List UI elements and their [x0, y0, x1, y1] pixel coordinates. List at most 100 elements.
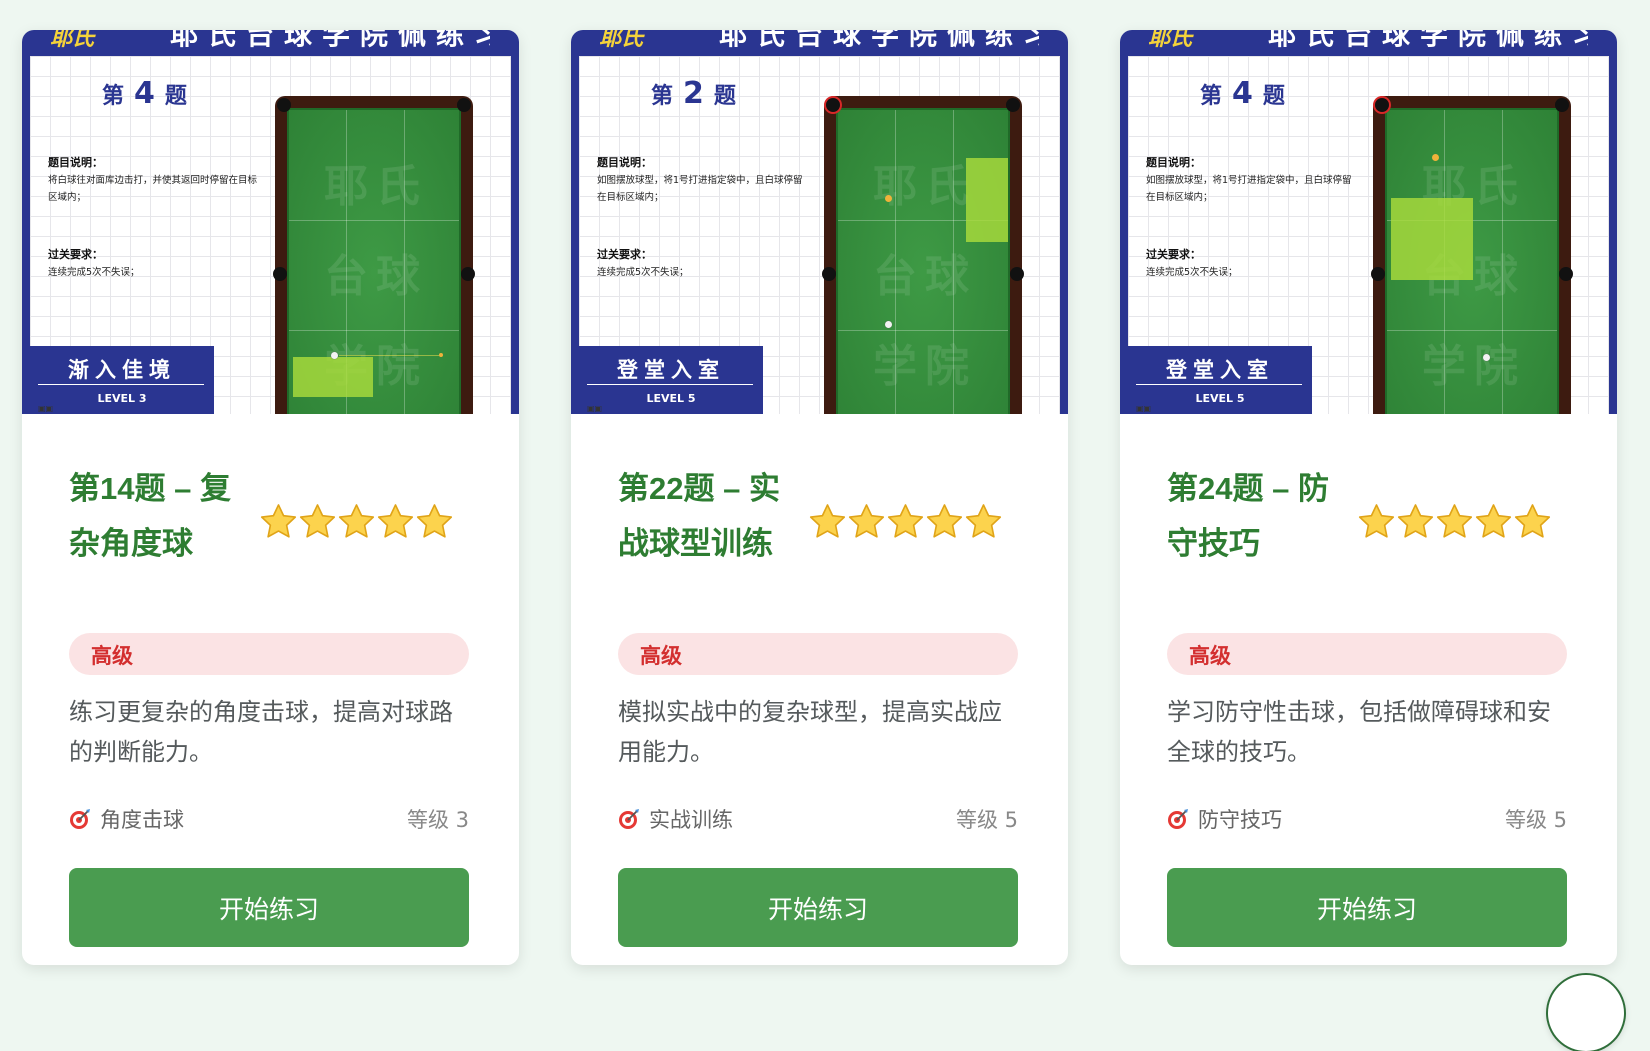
star-icon	[299, 504, 336, 538]
difficulty-badge: 高级	[618, 633, 1018, 675]
level-label: 等级 3	[406, 808, 469, 832]
card-description: 练习更复杂的角度击球，提高对球路的判断能力。	[69, 698, 453, 766]
target-dart-icon	[619, 809, 639, 829]
pool-table-felt: 耶氏 台球 学院	[287, 108, 461, 414]
cue-ball	[1483, 354, 1490, 361]
poster-level-name: 登堂入室	[1166, 358, 1274, 382]
poster-header-text: 耶氏台球学院佩练习题	[1268, 30, 1588, 51]
target-dart-icon	[70, 809, 90, 829]
exercise-card[interactable]: 耶氏 耶氏台球学院佩练习题 第4题 题目说明： 如图摆放球型，将1号打进指定袋中…	[1120, 30, 1617, 965]
difficulty-badge-label: 高级	[640, 644, 682, 668]
pocket	[1006, 98, 1020, 112]
poster-image: 耶氏 耶氏台球学院佩练习题 第4题 题目说明： 如图摆放球型，将1号打进指定袋中…	[1120, 30, 1617, 414]
watermark-line: 学院	[873, 341, 977, 392]
pool-table: 耶氏 台球 学院	[1371, 96, 1573, 414]
star-icon	[1436, 504, 1473, 538]
pocket	[273, 267, 287, 281]
star-icon	[848, 504, 885, 538]
difficulty-badge-label: 高级	[91, 644, 133, 668]
exercise-card[interactable]: 耶氏 耶氏台球学院佩练习题 第4题 题目说明： 将白球往对面库边击打，并使其返回…	[22, 30, 519, 965]
star-icon	[1475, 504, 1512, 538]
q-number: 2	[683, 76, 704, 111]
exercise-card[interactable]: 耶氏 耶氏台球学院佩练习题 第2题 题目说明： 如图摆放球型，将1号打进指定袋中…	[571, 30, 1068, 965]
poster-question-number: 第4题	[102, 76, 187, 111]
category-label: 实战训练	[649, 808, 733, 832]
qr-code-icon: ▣▣	[587, 404, 603, 413]
object-ball	[439, 353, 443, 357]
floating-action-button[interactable]	[1548, 975, 1624, 1051]
poster-req-text: 连续完成5次不失误；	[48, 267, 140, 278]
card-meta: 角度击球 等级 3	[69, 804, 469, 834]
poster-level-name: 渐入佳境	[68, 358, 176, 382]
start-practice-button[interactable]: 开始练习	[69, 868, 469, 947]
watermark-line: 台球	[324, 251, 428, 302]
difficulty-badge-label: 高级	[1189, 644, 1231, 668]
pocket	[277, 98, 291, 112]
difficulty-rating	[1357, 502, 1557, 542]
category-label: 防守技巧	[1198, 808, 1282, 832]
target-zone	[966, 158, 1008, 242]
aim-line	[339, 355, 439, 356]
poster-paper: 第2题 题目说明： 如图摆放球型，将1号打进指定袋中，且白球停留在目标区域内； …	[579, 56, 1060, 414]
difficulty-badge: 高级	[1167, 633, 1567, 675]
difficulty-rating	[259, 502, 459, 542]
watermark-line: 台球	[873, 251, 977, 302]
card-description: 学习防守性击球，包括做障碍球和安全球的技巧。	[1167, 698, 1551, 766]
q-prefix: 第	[1200, 84, 1223, 109]
poster-image: 耶氏 耶氏台球学院佩练习题 第4题 题目说明： 将白球往对面库边击打，并使其返回…	[22, 30, 519, 414]
poster-req-text: 连续完成5次不失误；	[597, 267, 689, 278]
q-prefix: 第	[102, 84, 125, 109]
q-prefix: 第	[651, 84, 674, 109]
poster-header-text: 耶氏台球学院佩练习题	[170, 30, 490, 51]
card-body: 第14题 – 复杂角度球 高级 练习更复杂的角度击球，提高对球路的判断能力。 角…	[22, 414, 519, 965]
poster-level-divider	[1136, 384, 1302, 385]
star-icon	[338, 504, 375, 538]
pool-table: 耶氏 台球 学院	[822, 96, 1024, 414]
poster-logo: 耶氏	[1148, 30, 1193, 51]
poster-desc-title: 题目说明：	[48, 156, 103, 169]
poster-header-text: 耶氏台球学院佩练习题	[719, 30, 1039, 51]
star-icon	[887, 504, 924, 538]
pool-table-felt: 耶氏 台球 学院	[1385, 108, 1559, 414]
target-pocket	[1375, 98, 1389, 112]
poster-question-number: 第2题	[651, 76, 736, 111]
start-practice-button[interactable]: 开始练习	[1167, 868, 1567, 947]
pocket	[1010, 267, 1024, 281]
target-zone	[293, 357, 373, 397]
pocket	[1555, 98, 1569, 112]
poster-logo: 耶氏	[599, 30, 644, 51]
poster-req-title: 过关要求：	[1146, 248, 1201, 261]
cue-ball	[885, 321, 892, 328]
level-label: 等级 5	[955, 808, 1018, 832]
poster-desc-text: 将白球往对面库边击打，并使其返回时停留在目标区域内；	[48, 175, 258, 203]
pool-table: 耶氏 台球 学院	[273, 96, 475, 414]
level-label: 等级 5	[1504, 808, 1567, 832]
star-icon	[965, 504, 1002, 538]
poster-header: 耶氏 耶氏台球学院佩练习题	[599, 30, 1039, 56]
poster-req-title: 过关要求：	[597, 248, 652, 261]
target-zone	[1391, 198, 1473, 280]
poster-header: 耶氏 耶氏台球学院佩练习题	[50, 30, 490, 56]
poster-desc-title: 题目说明：	[597, 156, 652, 169]
qr-code-icon: ▣▣	[1136, 404, 1152, 413]
poster-desc-title: 题目说明：	[1146, 156, 1201, 169]
card-title: 第22题 – 实战球型训练	[618, 471, 780, 561]
pocket	[822, 267, 836, 281]
card-description: 模拟实战中的复杂球型，提高实战应用能力。	[618, 698, 1002, 766]
card-meta: 防守技巧 等级 5	[1167, 804, 1567, 834]
star-icon	[1397, 504, 1434, 538]
target-dart-icon	[1168, 809, 1188, 829]
card-grid: 耶氏 耶氏台球学院佩练习题 第4题 题目说明： 将白球往对面库边击打，并使其返回…	[0, 0, 1650, 990]
star-icon	[1514, 504, 1551, 538]
q-suffix: 题	[1262, 84, 1285, 109]
poster-image: 耶氏 耶氏台球学院佩练习题 第2题 题目说明： 如图摆放球型，将1号打进指定袋中…	[571, 30, 1068, 414]
start-practice-button[interactable]: 开始练习	[618, 868, 1018, 947]
object-ball	[885, 195, 892, 202]
poster-level-divider	[587, 384, 753, 385]
card-title: 第14题 – 复杂角度球	[69, 471, 231, 561]
watermark-line: 学院	[1422, 341, 1526, 392]
star-icon	[377, 504, 414, 538]
pocket	[1371, 267, 1385, 281]
star-icon	[809, 504, 846, 538]
pocket	[457, 98, 471, 112]
